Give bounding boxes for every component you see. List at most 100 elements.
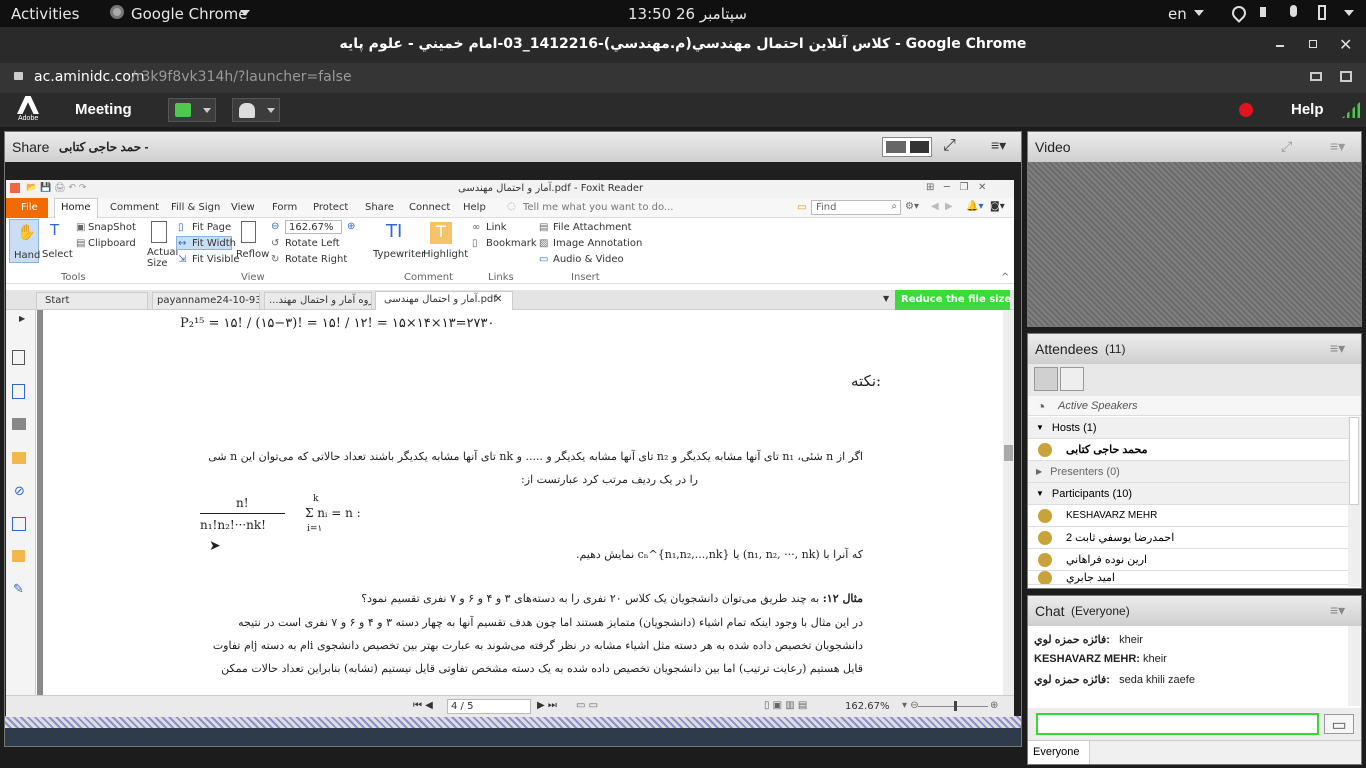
quick-access-icons[interactable]: 📂 💾 🖨 ↶ ↷ xyxy=(26,183,86,193)
zoom-in-icon[interactable]: ⊕ xyxy=(990,700,998,711)
search-icon[interactable]: ⌕ xyxy=(891,201,897,212)
attachment-panel-icon[interactable]: ⊘ xyxy=(14,484,25,499)
attendee-scrollbar[interactable] xyxy=(1348,417,1360,587)
chat-scrollbar[interactable] xyxy=(1348,626,1360,706)
view-mode-toggle[interactable] xyxy=(882,137,932,157)
group-hosts[interactable]: ▼ Hosts (1) xyxy=(1028,417,1348,439)
group-participants[interactable]: ▼ Participants (10) xyxy=(1028,483,1348,505)
pod-menu-icon[interactable]: ≡▾ xyxy=(1330,602,1345,619)
tab-active-doc[interactable]: آمار و احتمال مهندسی.pdf xyxy=(375,291,513,310)
form-icon[interactable] xyxy=(12,517,26,531)
close-icon[interactable]: ✕ xyxy=(1339,35,1352,54)
url-path[interactable]: /r3k9f8vk314h/?launcher=false xyxy=(131,69,352,85)
menu-view[interactable]: View xyxy=(231,202,255,213)
battery-icon[interactable] xyxy=(1318,5,1326,20)
tab-close-icon[interactable]: ✕ xyxy=(494,294,502,305)
select-tool-button[interactable]: T Select xyxy=(42,219,74,269)
tab-payanname[interactable]: payanname24-10-93.... xyxy=(152,292,260,310)
zoom-select[interactable]: 162.67% xyxy=(285,220,342,234)
pod-menu-icon[interactable]: ≡▾ xyxy=(1330,340,1345,357)
page-number-input[interactable]: 4 / 5 xyxy=(447,699,531,714)
url-host[interactable]: ac.aminidc.com xyxy=(34,69,145,85)
fullscreen-icon[interactable]: ⤢ xyxy=(1281,138,1292,155)
send-message-icon[interactable]: ▭ xyxy=(1324,714,1354,734)
fullscreen-icon[interactable]: ⤢ xyxy=(943,137,956,155)
chat-input[interactable] xyxy=(1036,713,1319,735)
menu-help[interactable]: Help xyxy=(463,202,486,213)
signature-icon[interactable]: ✎ xyxy=(13,582,24,597)
chevron-down-icon[interactable] xyxy=(267,108,275,113)
help-menu[interactable]: Help xyxy=(1291,101,1324,118)
nav-arrows-icon[interactable]: ◀ ▶ xyxy=(931,201,953,212)
menu-protect[interactable]: Protect xyxy=(313,202,348,213)
layers-icon[interactable] xyxy=(12,384,25,399)
tab-start[interactable]: Start xyxy=(36,292,148,310)
snapshot-button[interactable]: SnapShot xyxy=(88,222,136,233)
vertical-scrollbar[interactable] xyxy=(1003,310,1014,695)
clipboard-button[interactable]: Clipboard xyxy=(88,238,136,249)
menu-comment[interactable]: Comment xyxy=(110,202,159,213)
page-nav-next-last[interactable]: ▶ ⏭ xyxy=(537,700,557,711)
reduce-file-size-button[interactable]: Reduce the file size xyxy=(895,290,1011,310)
network-icon[interactable] xyxy=(1229,3,1249,23)
window-controls[interactable]: ⊞ ─ ❐ ✕ xyxy=(926,182,986,193)
account-icon[interactable]: ◙▾ xyxy=(990,201,1005,212)
find-input[interactable]: Find ⌕ xyxy=(811,200,901,215)
microphone-icon[interactable] xyxy=(1290,5,1297,17)
record-icon[interactable] xyxy=(1239,103,1253,117)
attendee-row[interactable]: ارين نوده فراهاني xyxy=(1028,549,1348,571)
rotate-right-button[interactable]: Rotate Right xyxy=(285,254,347,265)
gear-icon[interactable]: ⚙▾ xyxy=(905,201,919,212)
menu-file[interactable]: File xyxy=(21,202,38,213)
highlight-button[interactable]: T Highlight xyxy=(421,219,468,269)
chat-target-tab[interactable]: Everyone xyxy=(1028,741,1090,764)
volume-icon[interactable] xyxy=(1260,7,1266,17)
zoom-slider[interactable] xyxy=(918,706,988,707)
raise-hand-button[interactable] xyxy=(232,98,280,122)
clock[interactable]: 13:50 26 سپتامبر xyxy=(628,5,747,23)
hand-tool-button[interactable]: ✋ Hand xyxy=(9,219,40,263)
layout-icons[interactable]: ▯ ▣ ▥ ▤ xyxy=(764,700,807,711)
menu-fill-sign[interactable]: Fill & Sign xyxy=(171,202,220,213)
stack-icon[interactable] xyxy=(12,418,26,430)
status-view-icon[interactable] xyxy=(1060,367,1084,391)
scroll-thumb[interactable] xyxy=(1349,417,1359,505)
expand-panel-icon[interactable]: ▶ xyxy=(19,314,25,323)
menu-form[interactable]: Form xyxy=(272,202,297,213)
audio-video-button[interactable]: Audio & Video xyxy=(553,254,624,265)
tab-list-icon[interactable]: ▼ xyxy=(883,294,889,303)
pod-menu-icon[interactable]: ≡▾ xyxy=(991,137,1006,154)
tab-jozve[interactable]: ...جزوه آمار و احتمال مهند xyxy=(264,292,372,310)
zoom-slider-thumb[interactable] xyxy=(954,701,957,711)
fit-width-button[interactable]: Fit Width xyxy=(192,238,236,249)
language-indicator[interactable]: en xyxy=(1168,5,1187,23)
chevron-down-icon[interactable] xyxy=(1344,10,1354,16)
cast-icon[interactable] xyxy=(1310,72,1322,81)
folder-icon[interactable]: ▭ xyxy=(797,202,806,213)
list-view-icon[interactable] xyxy=(1034,367,1058,391)
pod-menu-icon[interactable]: ≡▾ xyxy=(1330,138,1345,155)
actual-size-button[interactable]: Actual Size xyxy=(145,219,178,269)
group-presenters[interactable]: ▶ Presenters (0) xyxy=(1028,461,1348,483)
comment-icon[interactable] xyxy=(12,452,26,464)
attendee-row[interactable]: احمدرضا يوسفي ثابت 2 xyxy=(1028,527,1348,549)
fit-page-button[interactable]: Fit Page xyxy=(192,222,231,233)
app-menu[interactable]: Google Chrome xyxy=(131,5,248,23)
menu-home[interactable]: Home xyxy=(61,202,91,213)
activities-button[interactable]: Activities xyxy=(11,5,79,23)
attendee-row[interactable]: اميد جابري xyxy=(1028,571,1348,585)
chevron-down-icon[interactable] xyxy=(203,108,211,113)
rotate-left-button[interactable]: Rotate Left xyxy=(285,238,340,249)
bookmark-button[interactable]: Bookmark xyxy=(486,238,537,249)
pages-icon[interactable] xyxy=(12,350,25,365)
attendee-row[interactable]: KESHAVARZ MEHR xyxy=(1028,505,1348,527)
image-annotation-button[interactable]: Image Annotation xyxy=(553,238,642,249)
page-nav-first-prev[interactable]: ⏮ ◀ xyxy=(413,700,433,711)
fit-visible-button[interactable]: Fit Visible xyxy=(192,254,240,265)
screen-icon[interactable] xyxy=(1340,71,1352,82)
page-view-icons[interactable]: ▭ ▭ xyxy=(576,700,598,711)
meeting-menu[interactable]: Meeting xyxy=(75,101,132,118)
reflow-button[interactable]: Reflow xyxy=(236,219,269,269)
scroll-thumb[interactable] xyxy=(1004,445,1013,461)
typewriter-button[interactable]: TI Typewriter xyxy=(372,219,425,269)
